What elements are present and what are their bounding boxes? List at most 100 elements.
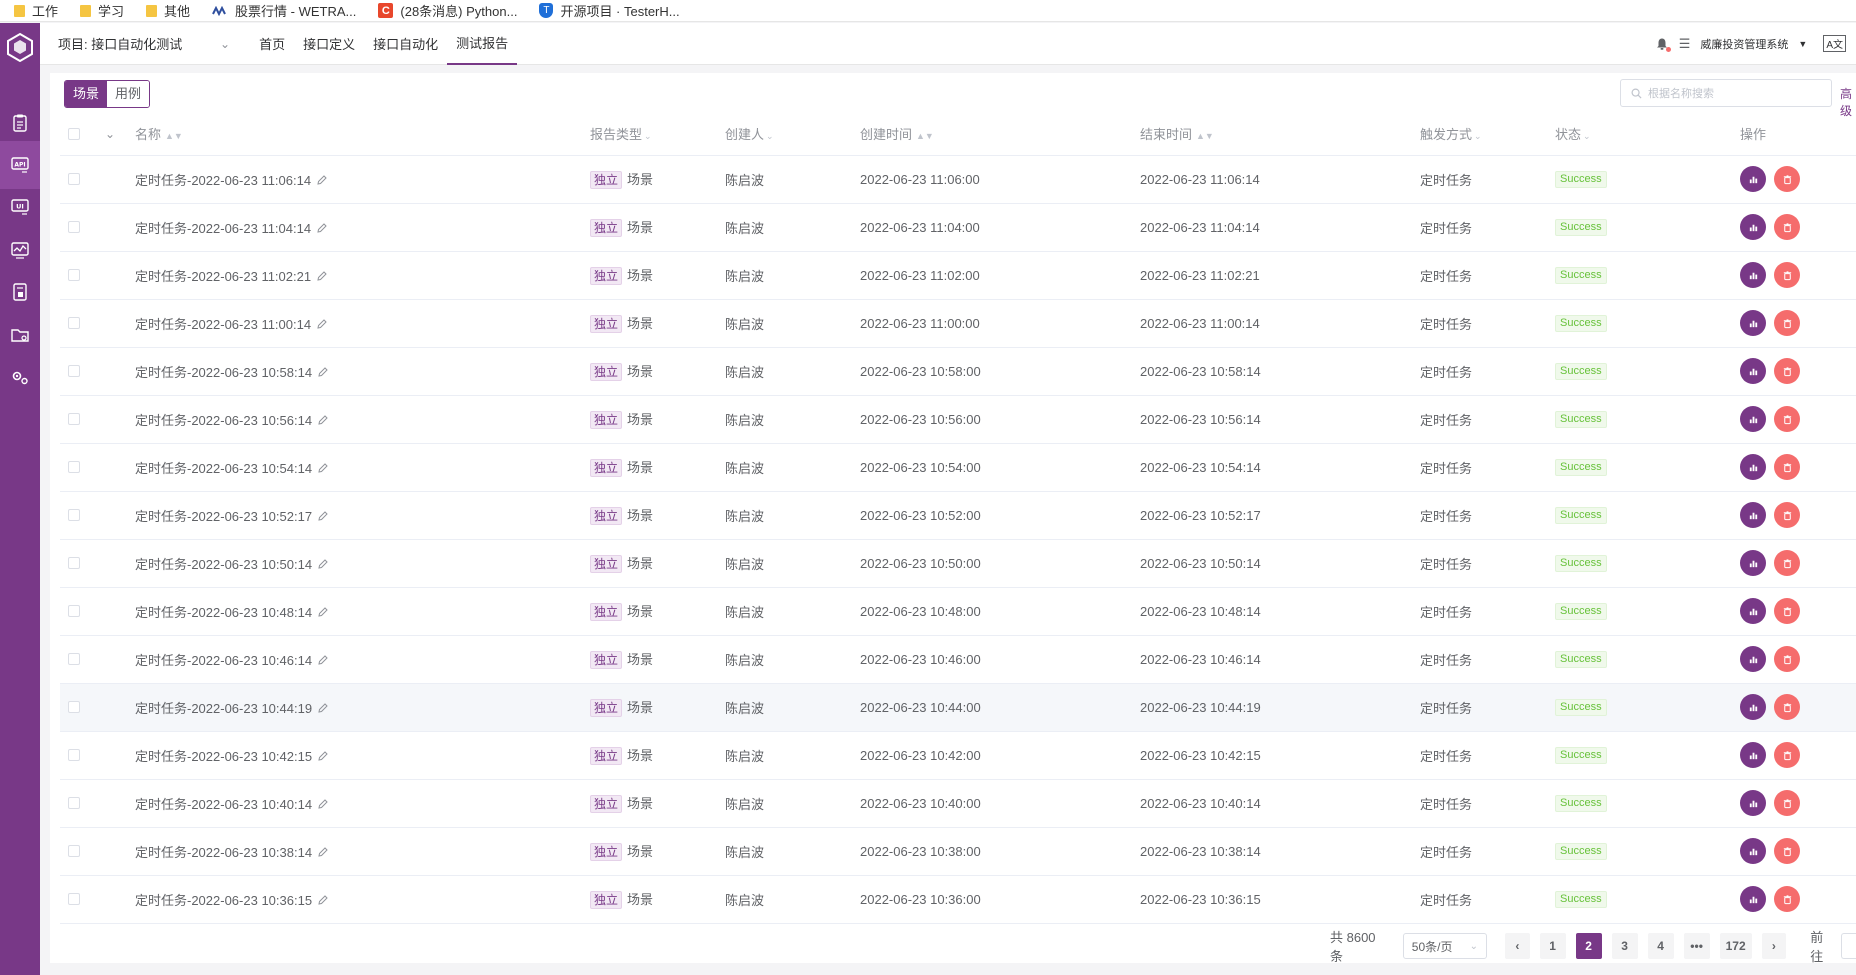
sidebar-item-test-plan[interactable]: [0, 99, 40, 147]
row-checkbox[interactable]: [68, 365, 80, 377]
row-checkbox[interactable]: [68, 893, 80, 905]
table-row[interactable]: 定时任务-2022-06-23 10:58:14 独立 场景 陈启波 2022-06-2…: [60, 347, 1856, 396]
view-report-button[interactable]: [1740, 454, 1766, 480]
table-row[interactable]: 定时任务-2022-06-23 10:44:19 独立 场景 陈启波 2022-06-2…: [60, 683, 1856, 732]
sort-icon[interactable]: ▲▼: [1196, 131, 1214, 141]
row-checkbox[interactable]: [68, 557, 80, 569]
view-report-button[interactable]: [1740, 262, 1766, 288]
row-checkbox[interactable]: [68, 461, 80, 473]
table-row[interactable]: 定时任务-2022-06-23 10:54:14 独立 场景 陈启波 2022-06-2…: [60, 443, 1856, 492]
view-report-button[interactable]: [1740, 742, 1766, 768]
edit-pencil-icon[interactable]: [316, 318, 328, 330]
delete-button[interactable]: [1774, 598, 1800, 624]
sort-icon[interactable]: ▲▼: [165, 131, 183, 141]
nav-tab-2[interactable]: 接口定义: [294, 23, 364, 65]
prev-page-button[interactable]: ‹: [1505, 933, 1530, 959]
view-report-button[interactable]: [1740, 502, 1766, 528]
edit-pencil-icon[interactable]: [316, 174, 328, 186]
delete-button[interactable]: [1774, 454, 1800, 480]
caret-down-icon[interactable]: ▼: [1798, 39, 1807, 49]
edit-pencil-icon[interactable]: [317, 894, 329, 906]
sidebar-item-ui[interactable]: UI: [0, 183, 40, 231]
table-row[interactable]: 定时任务-2022-06-23 11:00:14 独立 场景 陈启波 2022-06-2…: [60, 299, 1856, 348]
edit-pencil-icon[interactable]: [317, 798, 329, 810]
view-report-button[interactable]: [1740, 214, 1766, 240]
delete-button[interactable]: [1774, 358, 1800, 384]
page-size-select[interactable]: 50条/页 ⌄: [1402, 933, 1488, 959]
delete-button[interactable]: [1774, 262, 1800, 288]
col-type[interactable]: 报告类型 ⌄: [590, 113, 725, 156]
edit-pencil-icon[interactable]: [317, 366, 329, 378]
language-switch[interactable]: A文: [1823, 35, 1846, 52]
sort-icon[interactable]: ▲▼: [916, 131, 934, 141]
edit-pencil-icon[interactable]: [317, 702, 329, 714]
delete-button[interactable]: [1774, 886, 1800, 912]
delete-button[interactable]: [1774, 214, 1800, 240]
view-report-button[interactable]: [1740, 166, 1766, 192]
edit-pencil-icon[interactable]: [316, 270, 328, 282]
bookmark-5[interactable]: C (28条消息) Python...: [378, 1, 517, 20]
seg-case-button[interactable]: 用例: [107, 81, 150, 107]
row-checkbox[interactable]: [68, 317, 80, 329]
table-row[interactable]: 定时任务-2022-06-23 11:04:14 独立 场景 陈启波 2022-06-2…: [60, 203, 1856, 252]
filter-chevron-icon[interactable]: ⌄: [1583, 131, 1591, 141]
table-row[interactable]: 定时任务-2022-06-23 10:56:14 独立 场景 陈启波 2022-06-2…: [60, 395, 1856, 444]
page-button[interactable]: 172: [1719, 933, 1752, 959]
select-all-checkbox[interactable]: [68, 127, 80, 140]
view-report-button[interactable]: [1740, 694, 1766, 720]
view-report-button[interactable]: [1740, 886, 1766, 912]
delete-button[interactable]: [1774, 166, 1800, 192]
chevron-down-icon[interactable]: ⌄: [220, 37, 230, 51]
org-selector[interactable]: 威廉投资管理系统: [1700, 36, 1788, 52]
row-checkbox[interactable]: [68, 653, 80, 665]
nav-tab-1[interactable]: 首页: [250, 23, 294, 65]
row-checkbox[interactable]: [68, 749, 80, 761]
table-row[interactable]: 定时任务-2022-06-23 10:48:14 独立 场景 陈启波 2022-06-2…: [60, 587, 1856, 636]
sidebar-item-performance[interactable]: [0, 226, 40, 274]
row-checkbox[interactable]: [68, 845, 80, 857]
delete-button[interactable]: [1774, 694, 1800, 720]
bookmark-4[interactable]: 股票行情 - WETRA...: [212, 1, 356, 20]
sidebar-item-report[interactable]: [0, 268, 40, 316]
goto-page-input[interactable]: [1840, 933, 1856, 959]
table-row[interactable]: 定时任务-2022-06-23 10:52:17 独立 场景 陈启波 2022-06-2…: [60, 491, 1856, 540]
edit-pencil-icon[interactable]: [317, 558, 329, 570]
next-page-button[interactable]: ›: [1761, 933, 1787, 959]
view-report-button[interactable]: [1740, 790, 1766, 816]
project-selector[interactable]: 项目: 接口自动化测试: [58, 34, 220, 53]
col-ended[interactable]: 结束时间 ▲▼: [1140, 113, 1420, 156]
edit-pencil-icon[interactable]: [316, 222, 328, 234]
table-row[interactable]: 定时任务-2022-06-23 10:50:14 独立 场景 陈启波 2022-06-2…: [60, 539, 1856, 588]
page-button[interactable]: 3: [1611, 933, 1638, 959]
expand-chevron-icon[interactable]: ⌄: [105, 127, 115, 141]
view-report-button[interactable]: [1740, 310, 1766, 336]
edit-pencil-icon[interactable]: [317, 462, 329, 474]
filter-chevron-icon[interactable]: ⌄: [766, 131, 774, 141]
seg-scene-button[interactable]: 场景: [65, 81, 108, 107]
delete-button[interactable]: [1774, 310, 1800, 336]
page-button[interactable]: 1: [1539, 933, 1566, 959]
table-row[interactable]: 定时任务-2022-06-23 10:42:15 独立 场景 陈启波 2022-06-2…: [60, 731, 1856, 780]
bookmark-3[interactable]: 其他: [146, 1, 190, 20]
view-report-button[interactable]: [1740, 358, 1766, 384]
view-report-button[interactable]: [1740, 838, 1766, 864]
row-checkbox[interactable]: [68, 701, 80, 713]
sidebar-item-api[interactable]: API: [0, 141, 40, 189]
filter-chevron-icon[interactable]: ⌄: [1474, 131, 1482, 141]
delete-button[interactable]: [1774, 742, 1800, 768]
page-button[interactable]: 4: [1647, 933, 1674, 959]
view-report-button[interactable]: [1740, 598, 1766, 624]
metersphere-logo-icon[interactable]: [5, 32, 35, 62]
view-report-button[interactable]: [1740, 646, 1766, 672]
col-created[interactable]: 创建时间 ▲▼: [860, 113, 1140, 156]
delete-button[interactable]: [1774, 550, 1800, 576]
edit-pencil-icon[interactable]: [317, 606, 329, 618]
row-checkbox[interactable]: [68, 797, 80, 809]
delete-button[interactable]: [1774, 502, 1800, 528]
edit-pencil-icon[interactable]: [317, 654, 329, 666]
sidebar-item-settings[interactable]: [0, 353, 40, 401]
table-row[interactable]: 定时任务-2022-06-23 10:40:14 独立 场景 陈启波 2022-06-2…: [60, 779, 1856, 828]
row-checkbox[interactable]: [68, 269, 80, 281]
edit-pencil-icon[interactable]: [317, 414, 329, 426]
table-row[interactable]: 定时任务-2022-06-23 10:46:14 独立 场景 陈启波 2022-06-2…: [60, 635, 1856, 684]
